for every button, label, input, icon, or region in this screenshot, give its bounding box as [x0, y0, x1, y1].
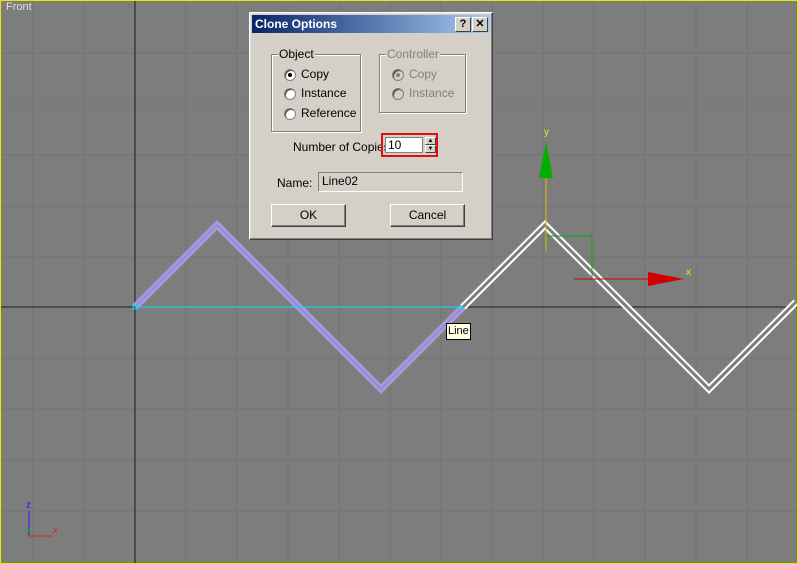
object-tooltip: Line — [446, 323, 471, 340]
number-of-copies-input[interactable]: 10 — [385, 137, 423, 153]
radio-selected-icon — [392, 69, 404, 81]
copies-spinner[interactable]: ▲ ▼ — [425, 137, 436, 153]
gizmo-x-label: x — [686, 267, 691, 278]
dialog-title: Clone Options — [255, 17, 337, 31]
name-label: Name: — [277, 176, 313, 190]
radio-icon — [392, 88, 404, 100]
object-group: Object Copy Instance Reference — [271, 47, 361, 132]
spinner-up-icon[interactable]: ▲ — [425, 137, 436, 145]
name-input[interactable]: Line02 — [318, 172, 463, 192]
radio-icon — [284, 88, 296, 100]
controller-group-legend: Controller — [386, 47, 441, 61]
controller-group: Controller Copy Instance — [379, 47, 466, 113]
radio-selected-icon — [284, 69, 296, 81]
spinner-down-icon[interactable]: ▼ — [425, 145, 436, 153]
tripod-y-label: y — [26, 526, 30, 535]
ok-button[interactable]: OK — [271, 204, 346, 227]
radio-icon — [284, 108, 296, 120]
gizmo-y-label: y — [544, 127, 549, 138]
dialog-titlebar[interactable]: Clone Options ? ✕ — [252, 15, 490, 33]
clone-options-dialog: Clone Options ? ✕ Object Copy Instance R… — [249, 12, 493, 240]
axis-tripod: z x y — [26, 500, 58, 537]
cancel-button[interactable]: Cancel — [390, 204, 465, 227]
help-button[interactable]: ? — [455, 17, 471, 32]
tripod-x-label: x — [53, 525, 58, 535]
copies-label: Number of Copies: — [293, 140, 394, 154]
close-button[interactable]: ✕ — [472, 17, 488, 32]
tripod-z-label: z — [26, 500, 31, 511]
viewport-label[interactable]: Front — [6, 1, 32, 13]
object-group-legend: Object — [278, 47, 315, 61]
